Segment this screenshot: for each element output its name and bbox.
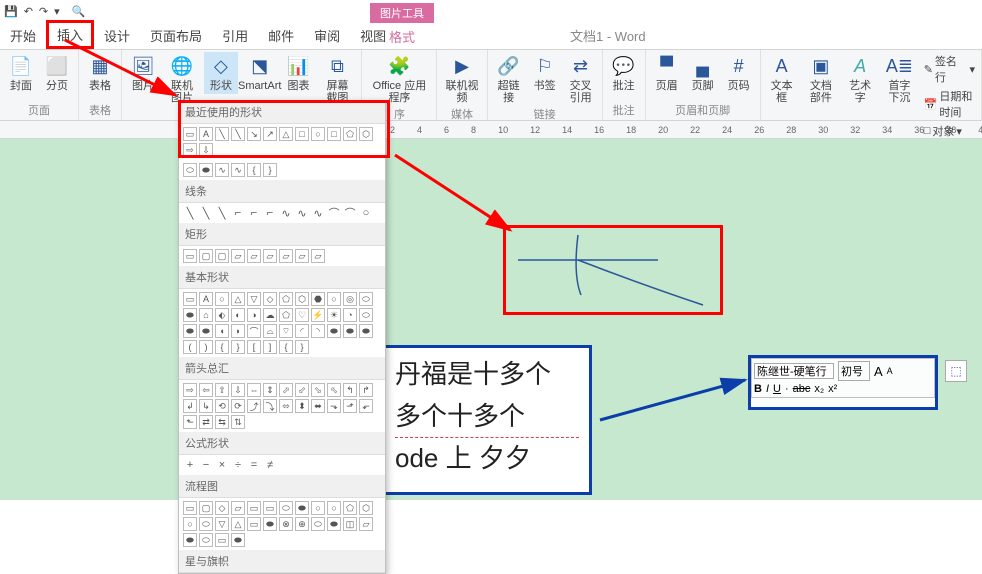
office-addins-button[interactable]: 🧩Office 应用程序 [366,52,432,106]
shapes-basic-row[interactable]: ▭A○△▽◇⬠⬡⬣○◎⬭ ⬬⌂⬖◐◑☁⬠♡⚡☀◔⬭ ⬬⬬◖◗⌒⌓⌔◜◝⬬⬬⬬ (… [179,289,385,357]
annotation-minitoolbar-highlight: 初号 A A B I U · abc x₂ x² [748,355,938,410]
tab-start[interactable]: 开始 [0,22,46,49]
group-links-label: 链接 [534,106,556,122]
decrease-font-icon[interactable]: A [887,366,893,376]
qat-redo-icon[interactable]: ↷ [39,5,48,18]
document-title: 文档1 - Word [570,26,646,45]
smartart-button[interactable]: ⬔SmartArt [240,52,280,94]
underline-button[interactable]: U [773,383,781,395]
font-size-input[interactable]: 初号 [838,361,870,381]
strikethrough-button[interactable]: abc [793,383,811,395]
tab-format[interactable]: 格式 [370,23,434,50]
quickparts-button[interactable]: ▣文档部件 [801,52,842,106]
bold-button[interactable]: B [754,383,762,395]
cover-page-button[interactable]: 📄封面 [4,52,38,94]
comment-button[interactable]: 💬批注 [607,52,641,94]
shapes-button[interactable]: ◇形状 [204,52,238,94]
handwriting-sample: 丹福是十多个 多个十多个 ode 上 夕夕 [385,348,589,486]
layout-options-icon[interactable]: ⬚ [945,360,967,382]
superscript-button[interactable]: x² [828,383,837,395]
shapes-stars-header: 星与旗帜 [179,550,385,573]
shapes-rects-row[interactable]: ▭▢▢▱▱▱▱▱▱ [179,246,385,266]
qat-undo-icon[interactable]: ↶ [24,5,33,18]
hyperlink-button[interactable]: 🔗超链接 [492,52,526,106]
pagenum-button[interactable]: #页码 [722,52,756,94]
group-media-label: 媒体 [451,106,473,122]
group-addins-label: 序 [394,106,405,122]
tab-ref[interactable]: 引用 [212,22,258,49]
shapes-equation-row[interactable]: +−×÷=≠ [179,455,385,475]
footer-button[interactable]: ▄页脚 [686,52,720,94]
signature-line-button[interactable]: ✎ 签名行 ▾ [922,52,977,86]
shapes-flowchart-row[interactable]: ▭▢◇▱▭▭⬭⬬○○⬠⬡ ○⬭▽△▭⬬⊗⊕⬭⬬◫▱ ⬬⬭▭⬬ [179,498,385,550]
shapes-gallery: 最近使用的形状 ▭A╲╲↘↗△□○□⬠⬡⇨⇩ ⬭⬬∿∿{} 线条 ╲╲╲⌐⌐⌐∿… [178,100,386,574]
font-name-input[interactable] [754,363,834,379]
annotation-handwriting-highlight: 丹福是十多个 多个十多个 ode 上 夕夕 [382,345,592,495]
annotation-arrow-3 [595,370,755,430]
group-comments-label: 批注 [613,102,635,118]
contextual-tab-label: 图片工具 [370,3,434,23]
mini-toolbar[interactable]: 初号 A A B I U · abc x₂ x² [751,358,935,398]
shapes-recent-row[interactable]: ▭A╲╲↘↗△□○□⬠⬡⇨⇩ [179,124,385,160]
shapes-recent-row2[interactable]: ⬭⬬∿∿{} [179,160,385,180]
online-video-button[interactable]: ▶联机视频 [441,52,482,106]
contextual-tab-group: 图片工具 格式 [370,3,434,50]
shapes-lines-header: 线条 [179,180,385,203]
shapes-flowchart-header: 流程图 [179,475,385,498]
shapes-arrows-header: 箭头总汇 [179,357,385,380]
shapes-arrows-row[interactable]: ⇨⇦⇧⇩⇔⇕⬀⬃⬂⬁↰↱ ↲↳⟲⟳⤴⤵⬄⬍⬌⬎⬏⬐ ⬑⇄⇆⇅ [179,380,385,432]
drawn-curve-shape[interactable] [503,225,723,315]
tab-mail[interactable]: 邮件 [258,22,304,49]
tab-review[interactable]: 审阅 [304,22,350,49]
shapes-recent-header: 最近使用的形状 [179,101,385,124]
annotation-arrow-2 [390,150,520,240]
qat-more-icon[interactable]: ▾ [54,5,60,18]
group-headerfooter-label: 页眉和页脚 [675,102,730,118]
group-pages-label: 页面 [28,102,50,118]
datetime-button[interactable]: 📅 日期和时间 [922,87,977,121]
dropcap-button[interactable]: A≣首字下沉 [879,52,920,106]
qat-save-icon[interactable]: 💾 [4,5,18,18]
shapes-lines-row[interactable]: ╲╲╲⌐⌐⌐∿∿∿⌒⌒○ [179,203,385,223]
object-button[interactable]: □ 对象 ▾ [922,122,977,140]
crossref-button[interactable]: ⇄交叉引用 [564,52,598,106]
italic-button[interactable]: I [766,383,769,395]
screenshot-button[interactable]: ⧉屏幕截图 [317,52,357,106]
header-button[interactable]: ▀页眉 [650,52,684,94]
shapes-basic-header: 基本形状 [179,266,385,289]
shapes-equation-header: 公式形状 [179,432,385,455]
increase-font-icon[interactable]: A [874,364,883,379]
shapes-rects-header: 矩形 [179,223,385,246]
bookmark-button[interactable]: ⚐书签 [528,52,562,94]
wordart-button[interactable]: A艺术字 [843,52,877,106]
chart-button[interactable]: 📊图表 [281,52,315,94]
textbox-button[interactable]: A文本框 [765,52,799,106]
subscript-button[interactable]: x₂ [814,383,824,395]
annotation-arrow-1 [60,35,190,105]
quick-access-toolbar: 💾 ↶ ↷ ▾ 🔍 [0,0,982,23]
